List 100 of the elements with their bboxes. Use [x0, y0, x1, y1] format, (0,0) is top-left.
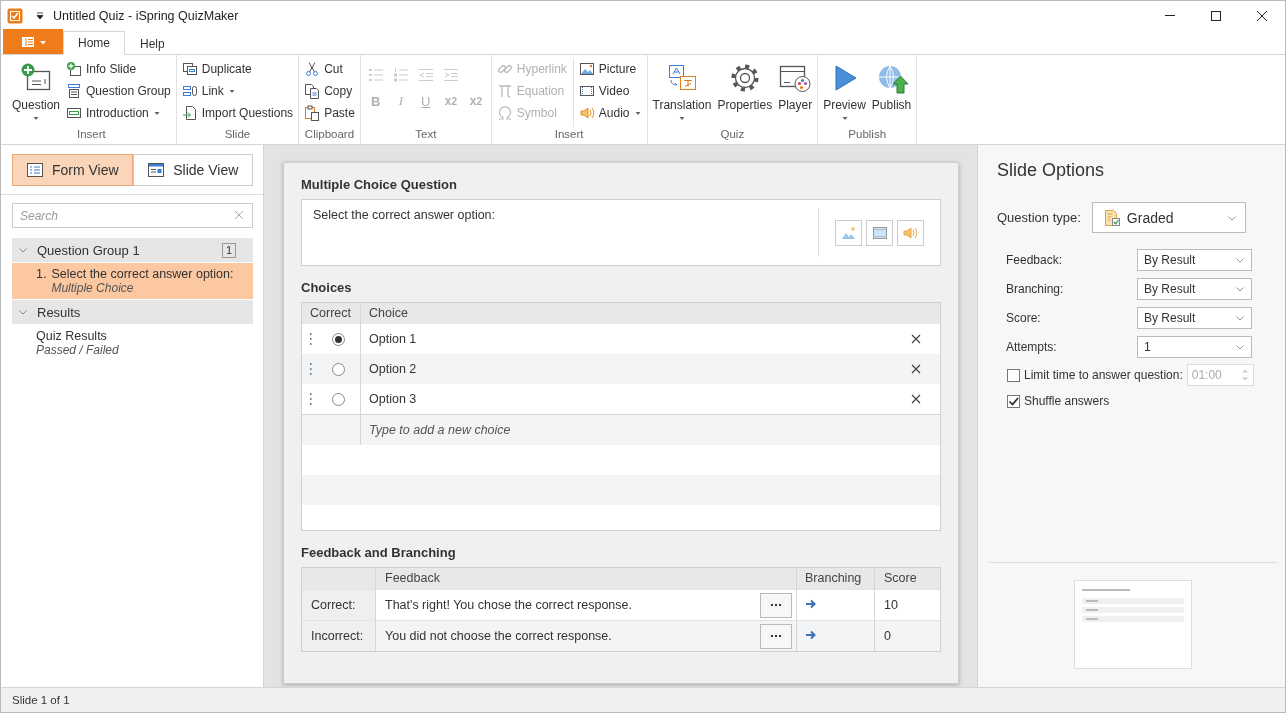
column-header: Correct: [302, 303, 361, 324]
add-image-button[interactable]: [835, 219, 862, 246]
radio-button[interactable]: [332, 332, 345, 346]
bulleted-list-icon: [367, 67, 384, 83]
column-header: Branching: [797, 568, 875, 589]
caret-icon: [152, 109, 161, 117]
group-label: Publish: [847, 127, 888, 142]
checkbox-label: Limit time to answer question:: [1024, 368, 1183, 382]
dropdown[interactable]: By Result: [1137, 277, 1252, 300]
arrow-right-icon: [805, 597, 817, 610]
slide-icon: [66, 105, 83, 121]
link-icon: [181, 83, 198, 99]
dropdown[interactable]: 1: [1137, 335, 1252, 358]
ribbon-button[interactable]: Import Questions: [179, 102, 296, 124]
numbered-list-icon: [392, 67, 409, 83]
duplicate-icon: [181, 61, 198, 77]
more-button[interactable]: [760, 623, 792, 649]
group-label: Insert: [76, 127, 107, 142]
tree-group[interactable]: Results: [12, 300, 253, 324]
caret-icon: [678, 114, 686, 122]
tree-item[interactable]: 1. Select the correct answer option: Multiple Choice: [12, 263, 253, 299]
ribbon-button[interactable]: Cut: [302, 58, 357, 80]
ribbon-button[interactable]: Question: [10, 58, 63, 126]
choice-text[interactable]: Option 3: [361, 392, 906, 406]
count-badge: 1: [221, 242, 236, 258]
caret-icon: [840, 114, 849, 122]
ribbon-button[interactable]: Video: [576, 80, 644, 102]
item-title: Quiz Results: [36, 329, 108, 343]
clear-icon: [234, 210, 244, 220]
maximize-icon: [1210, 9, 1222, 22]
group-title: Results: [37, 304, 82, 320]
checkbox[interactable]: [1007, 394, 1020, 408]
app-menu-button[interactable]: [3, 29, 63, 54]
row-label: Correct:: [302, 590, 376, 620]
image-icon: [578, 61, 595, 77]
add-video-button[interactable]: [866, 219, 893, 246]
choice-text[interactable]: Option 1: [361, 332, 906, 346]
item-subtitle: Multiple Choice: [51, 281, 135, 295]
question-field[interactable]: Select the correct answer option:: [301, 199, 941, 266]
ribbon-button[interactable]: Translation: [650, 58, 714, 126]
column-header: Feedback: [376, 568, 797, 589]
drag-handle-icon: [309, 393, 313, 405]
indent-icon: [442, 67, 459, 83]
ribbon-tab[interactable]: Help: [125, 31, 180, 55]
ribbon-button[interactable]: Publish: [869, 58, 914, 126]
view-tab[interactable]: Slide View: [132, 154, 253, 186]
group-label: Text: [414, 127, 438, 142]
ribbon-button[interactable]: Link: [179, 80, 296, 102]
feedback-text[interactable]: You did not choose the correct response.: [385, 629, 760, 643]
caret-icon: [633, 109, 642, 117]
field-label: Score:: [1006, 310, 1042, 325]
question-text: Select the correct answer option:: [313, 208, 497, 224]
scissors-icon: [304, 61, 321, 77]
radio-button[interactable]: [332, 362, 345, 376]
score-value[interactable]: 10: [875, 590, 940, 620]
chevron-icon: [18, 307, 28, 317]
ribbon-button[interactable]: Copy: [302, 80, 357, 102]
outdent-icon: [417, 67, 434, 83]
checkmark-icon: [1008, 395, 1019, 407]
feedback-text[interactable]: That's right! You chose the correct response.: [385, 598, 760, 612]
caret-icon: [35, 9, 45, 20]
field-label: Question type:: [997, 210, 1081, 225]
ribbon-button[interactable]: Audio: [576, 102, 644, 124]
item-subtitle: Passed / Failed: [36, 343, 119, 357]
more-button[interactable]: [760, 592, 792, 618]
slide-group-icon: [66, 83, 83, 99]
ribbon-button[interactable]: Player: [776, 58, 815, 126]
field-label: Branching:: [1006, 281, 1065, 296]
chevron-icon: [18, 245, 28, 255]
dropdown[interactable]: By Result: [1137, 306, 1252, 329]
section-title: Choices: [301, 280, 353, 295]
radio-button[interactable]: [332, 392, 345, 406]
copy-icon: [304, 83, 321, 99]
item-title: Select the correct answer option:: [51, 267, 234, 281]
ribbon-button[interactable]: Preview: [821, 58, 868, 126]
ribbon-button[interactable]: Properties: [715, 58, 775, 126]
tree-group[interactable]: Question Group 1 1: [12, 238, 253, 262]
close-icon: [1256, 9, 1268, 22]
ribbon-button[interactable]: Duplicate: [179, 58, 296, 80]
field-label: Attempts:: [1006, 339, 1058, 354]
ribbon-tab[interactable]: Home: [63, 31, 125, 55]
close-icon: [911, 364, 921, 374]
column-header: Choice: [368, 305, 409, 322]
ribbon-button[interactable]: Question Group: [64, 80, 173, 102]
ribbon-button[interactable]: Info Slide: [64, 58, 173, 80]
view-tab[interactable]: Form View: [12, 154, 133, 186]
question-type-dropdown[interactable]: Graded: [1091, 202, 1246, 233]
ribbon-button[interactable]: Introduction: [64, 102, 173, 124]
close-icon: [911, 334, 921, 344]
ribbon-button[interactable]: Paste: [302, 102, 357, 124]
checkbox[interactable]: [1007, 368, 1020, 382]
group-label: Quiz: [719, 127, 746, 142]
ribbon-button[interactable]: Picture: [576, 58, 644, 80]
search-field[interactable]: Search: [12, 203, 253, 228]
group-label: Insert: [553, 127, 585, 142]
score-value[interactable]: 0: [875, 621, 940, 651]
add-audio-button[interactable]: [897, 219, 924, 246]
dropdown[interactable]: By Result: [1137, 248, 1252, 271]
group-label: Slide: [223, 127, 252, 142]
group-label: Clipboard: [303, 127, 356, 142]
